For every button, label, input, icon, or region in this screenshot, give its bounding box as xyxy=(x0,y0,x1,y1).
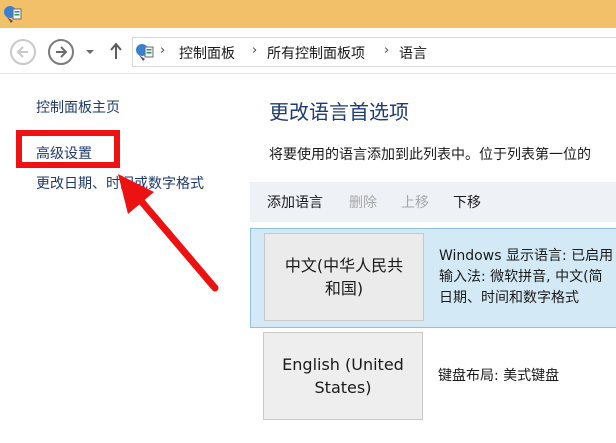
language-row-english[interactable]: English (United States) 键盘布局: 美式键盘 xyxy=(250,330,616,424)
breadcrumb-separator-icon: › xyxy=(160,43,166,58)
language-name: 中文(中华人民共 xyxy=(284,256,404,275)
back-arrow-icon xyxy=(16,46,28,58)
page-title: 更改语言首选项 xyxy=(269,100,409,124)
sidebar-item-advanced-settings[interactable]: 高级设置 xyxy=(36,143,92,163)
breadcrumb-language[interactable]: 语言 xyxy=(399,43,427,63)
navigation-bar: › 控制面板 › 所有控制面板项 › 语言 xyxy=(0,28,616,74)
move-up-button[interactable]: 上移 xyxy=(401,192,429,212)
address-box[interactable]: › 控制面板 › 所有控制面板项 › 语言 xyxy=(132,37,616,67)
move-down-button[interactable]: 下移 xyxy=(453,192,481,212)
date-format-info: 日期、时间和数字格式 xyxy=(439,290,579,306)
language-row-chinese[interactable]: 中文(中华人民共 和国) Windows 显示语言: 已启用 输入法: 微软拼音… xyxy=(250,228,616,328)
display-language-info: Windows 显示语言: 已启用 xyxy=(439,248,614,264)
language-name: States) xyxy=(314,378,372,397)
page-description: 将要使用的语言添加到此列表中。位于列表第一位的 xyxy=(269,147,591,163)
language-name: 和国) xyxy=(324,279,364,298)
language-tile-english[interactable]: English (United States) xyxy=(263,332,423,420)
add-language-button[interactable]: 添加语言 xyxy=(267,192,323,212)
breadcrumb-control-panel[interactable]: 控制面板 xyxy=(179,43,235,63)
breadcrumb-separator-icon: › xyxy=(384,43,390,58)
control-panel-icon xyxy=(4,6,22,23)
back-button[interactable] xyxy=(10,39,36,65)
language-name: English (United xyxy=(282,355,404,374)
control-panel-icon xyxy=(136,44,154,61)
forward-arrow-icon xyxy=(56,46,68,58)
breadcrumb-all-items[interactable]: 所有控制面板项 xyxy=(267,43,365,63)
remove-button[interactable]: 删除 xyxy=(349,192,377,212)
forward-button[interactable] xyxy=(48,39,74,65)
input-method-info: 输入法: 微软拼音, 中文(简 xyxy=(439,269,603,285)
breadcrumb-separator-icon: › xyxy=(252,43,258,58)
chevron-down-icon[interactable] xyxy=(84,45,96,59)
main-panel: 更改语言首选项 将要使用的语言添加到此列表中。位于列表第一位的 添加语言 删除 … xyxy=(250,74,616,443)
up-arrow-icon[interactable] xyxy=(108,41,124,61)
language-tile-chinese[interactable]: 中文(中华人民共 和国) xyxy=(264,233,424,321)
title-bar xyxy=(0,0,616,28)
annotation-arrow xyxy=(118,174,219,292)
language-toolbar: 添加语言 删除 上移 下移 xyxy=(250,182,616,222)
keyboard-layout-info: 键盘布局: 美式键盘 xyxy=(438,368,560,384)
sidebar-item-control-panel-home[interactable]: 控制面板主页 xyxy=(36,97,120,117)
